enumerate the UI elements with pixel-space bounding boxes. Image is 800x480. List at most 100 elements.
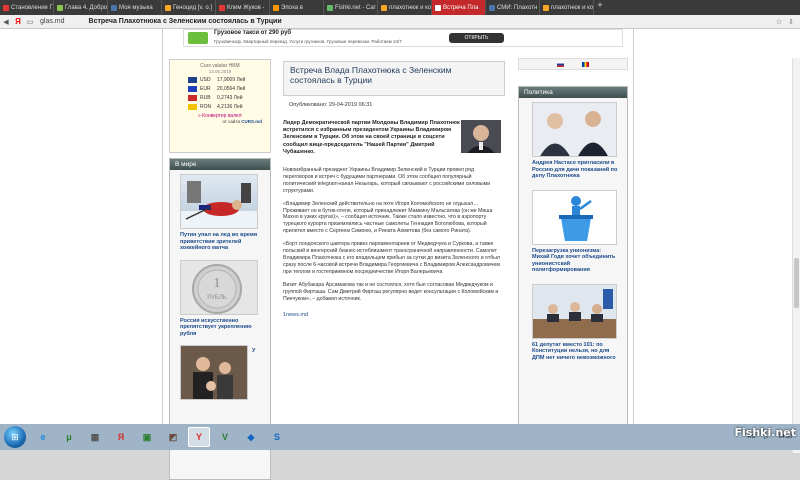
browser-tab[interactable]: Встреча Пла bbox=[432, 0, 486, 15]
downloads-icon[interactable]: ⇩ bbox=[788, 18, 794, 26]
browser-tab[interactable]: Fishki.net - Саг bbox=[324, 0, 378, 15]
currency-code: EUR bbox=[200, 85, 211, 92]
family-photo[interactable] bbox=[180, 345, 248, 400]
browser-tab[interactable]: плахотнюк и ко bbox=[540, 0, 594, 15]
world-news-heading: В мире bbox=[170, 159, 270, 170]
address-bar: ◀ Я ▭ glas.md Встреча Плахотнюка с Зелен… bbox=[0, 15, 800, 29]
family-photo-icon bbox=[181, 346, 247, 399]
bookmark-icon[interactable]: ☆ bbox=[776, 18, 782, 26]
taskbar-app-icon[interactable]: V bbox=[214, 427, 236, 447]
russian-flag-icon[interactable] bbox=[557, 61, 564, 67]
plahotniuc-photo bbox=[461, 120, 501, 153]
tab-favicon-icon bbox=[219, 4, 225, 11]
world-news-caption[interactable]: У bbox=[252, 348, 262, 400]
currency-row: RON 4,2136 Лей bbox=[170, 103, 270, 110]
currency-row: EUR 20,0564 Лей bbox=[170, 85, 270, 92]
currency-flag-icon bbox=[188, 76, 197, 83]
browser-tab[interactable]: Клим Жуков - bbox=[216, 0, 270, 15]
browser-tab[interactable]: Эпоха в bbox=[270, 0, 324, 15]
article-lead: Лидер Демократической партии Молдовы Вла… bbox=[283, 120, 505, 156]
new-tab-button[interactable]: + bbox=[594, 0, 606, 15]
moldovan-flag-icon[interactable] bbox=[582, 61, 589, 67]
ruble-coin-photo[interactable]: 1 РУБЛЬ bbox=[180, 259, 258, 315]
currency-date: 13.05.2019 bbox=[208, 69, 232, 74]
politics-news-caption[interactable]: 61 депутат вместо 101: по Конституции не… bbox=[532, 342, 620, 362]
lock-icon[interactable]: ▭ bbox=[24, 18, 36, 26]
currency-source[interactable]: от сайта CURS.md bbox=[170, 119, 270, 124]
taskbar-app-icon[interactable]: e bbox=[32, 427, 54, 447]
taskbar-app-icon[interactable]: ▦ bbox=[84, 427, 106, 447]
currency-source-name[interactable]: CURS.md bbox=[241, 119, 262, 124]
browser-tab[interactable]: Глава 4. Добро bbox=[54, 0, 108, 15]
banner-subtext: Грузовичкоф. Квартирный переезд. Услуги … bbox=[214, 39, 402, 44]
tab-label: Клим Жуков - bbox=[227, 4, 265, 11]
politics-news-caption[interactable]: Перезагрузка унионизма: Михай Годя хочет… bbox=[532, 248, 620, 274]
tab-favicon-icon bbox=[543, 4, 549, 11]
article-source-link[interactable]: 1news.md bbox=[283, 312, 511, 318]
browser-tab[interactable]: Становление Г bbox=[0, 0, 54, 15]
taskbar-app-icon[interactable]: ◆ bbox=[240, 427, 262, 447]
parliament-photo[interactable] bbox=[532, 283, 617, 339]
taskbar-app-icon[interactable]: S bbox=[266, 427, 288, 447]
right-column: Политика Андрея Настасе пригласили в Рос… bbox=[518, 58, 628, 428]
article-title: Встреча Влада Плахотнюка с Зеленским сос… bbox=[283, 61, 505, 96]
world-news-item[interactable]: У bbox=[170, 337, 270, 400]
politics-news-item[interactable]: Перезагрузка унионизма: Михай Годя хочет… bbox=[519, 180, 627, 274]
tab-label: плахотнюк и ко bbox=[551, 4, 594, 11]
taskbar-app-icon[interactable]: ◩ bbox=[162, 427, 184, 447]
politics-heading: Политика bbox=[519, 87, 627, 98]
ad-banner[interactable]: Грузовое такси от 290 руб Грузовичкоф. К… bbox=[183, 29, 623, 47]
url-text[interactable]: glas.md bbox=[40, 18, 65, 25]
yandex-logo-icon[interactable]: Я bbox=[12, 17, 24, 26]
hockey-illustration-icon bbox=[181, 181, 257, 228]
scrollbar-thumb[interactable] bbox=[794, 258, 799, 308]
currency-widget: Curs valutar НБМ 13.05.2019 USD 17,9009 Л… bbox=[169, 59, 271, 153]
politicians-photo-icon bbox=[533, 103, 616, 156]
currency-code: RON bbox=[200, 103, 212, 110]
currency-row: USD 17,9009 Лей bbox=[170, 76, 270, 83]
taskbar-app-icon[interactable]: Я bbox=[110, 427, 132, 447]
podium-illustration[interactable] bbox=[532, 189, 617, 245]
browser-tab[interactable]: Геноцид [v. o.] bbox=[162, 0, 216, 15]
tab-label: Fishki.net - Саг bbox=[335, 4, 376, 11]
tab-favicon-icon bbox=[3, 4, 9, 11]
hockey-photo[interactable] bbox=[180, 174, 258, 229]
banner-open-button[interactable]: ОТКРЫТЬ bbox=[449, 33, 504, 43]
currency-value: 17,9009 Лей bbox=[217, 76, 246, 83]
taskbar-app-icon[interactable]: Y bbox=[188, 427, 210, 447]
banner-logo-icon bbox=[188, 32, 208, 44]
currency-source-prefix: от сайта bbox=[222, 119, 240, 124]
article-lead-text: Лидер Демократической партии Молдовы Вла… bbox=[283, 120, 460, 155]
ruble-coin-icon: 1 РУБЛЬ bbox=[192, 263, 242, 314]
currency-code: USD bbox=[200, 76, 211, 83]
politics-news-item[interactable]: Андрея Настасе пригласили в Россию для д… bbox=[519, 98, 627, 180]
world-news-caption[interactable]: Путин упал на лед во время приветствия з… bbox=[180, 232, 260, 252]
article-paragraph: Новоизбранный президент Украины Владимир… bbox=[283, 167, 491, 194]
browser-tab[interactable]: СМИ: Плахотн bbox=[486, 0, 540, 15]
world-news-item[interactable]: 1 РУБЛЬ Россия искусственно препятствует… bbox=[170, 252, 270, 338]
start-button[interactable]: ⊞ bbox=[4, 426, 26, 448]
politics-news-block: Политика Андрея Настасе пригласили в Рос… bbox=[518, 86, 628, 428]
tab-favicon-icon bbox=[111, 4, 117, 11]
page-scrollbar[interactable] bbox=[792, 58, 800, 453]
article-paragraph: «Борт лондонского цавтера привез парламе… bbox=[283, 241, 500, 275]
browser-tab[interactable]: Моя музыка bbox=[108, 0, 162, 15]
world-news-caption[interactable]: Россия искусственно препятствует укрепле… bbox=[180, 318, 260, 338]
taskbar-app-icon[interactable]: μ bbox=[58, 427, 80, 447]
tab-label: Эпоха в bbox=[281, 4, 303, 11]
currency-flag-icon bbox=[188, 103, 197, 110]
politics-news-item[interactable]: 61 депутат вместо 101: по Конституции не… bbox=[519, 274, 627, 362]
site-container: Грузовое такси от 290 руб Грузовичкоф. К… bbox=[162, 29, 634, 480]
tab-label: Моя музыка bbox=[119, 4, 153, 11]
browser-tab-bar: Становление Г Глава 4. Добро Моя музыка Ген… bbox=[0, 0, 800, 15]
taskbar-app-icon[interactable]: ▣ bbox=[136, 427, 158, 447]
tab-label: Глава 4. Добро bbox=[65, 4, 108, 11]
tab-favicon-icon bbox=[273, 4, 279, 11]
world-news-item[interactable]: Путин упал на лед во время приветствия з… bbox=[170, 170, 270, 252]
back-icon[interactable]: ◀ bbox=[0, 18, 12, 26]
politicians-photo[interactable] bbox=[532, 102, 617, 157]
browser-tab[interactable]: плахотнюк и ко bbox=[378, 0, 432, 15]
page-title-in-address[interactable]: Встреча Плахотнюка с Зеленским состоялас… bbox=[89, 18, 282, 25]
politics-news-caption[interactable]: Андрея Настасе пригласили в Россию для д… bbox=[532, 160, 620, 180]
tab-favicon-icon bbox=[381, 4, 387, 11]
